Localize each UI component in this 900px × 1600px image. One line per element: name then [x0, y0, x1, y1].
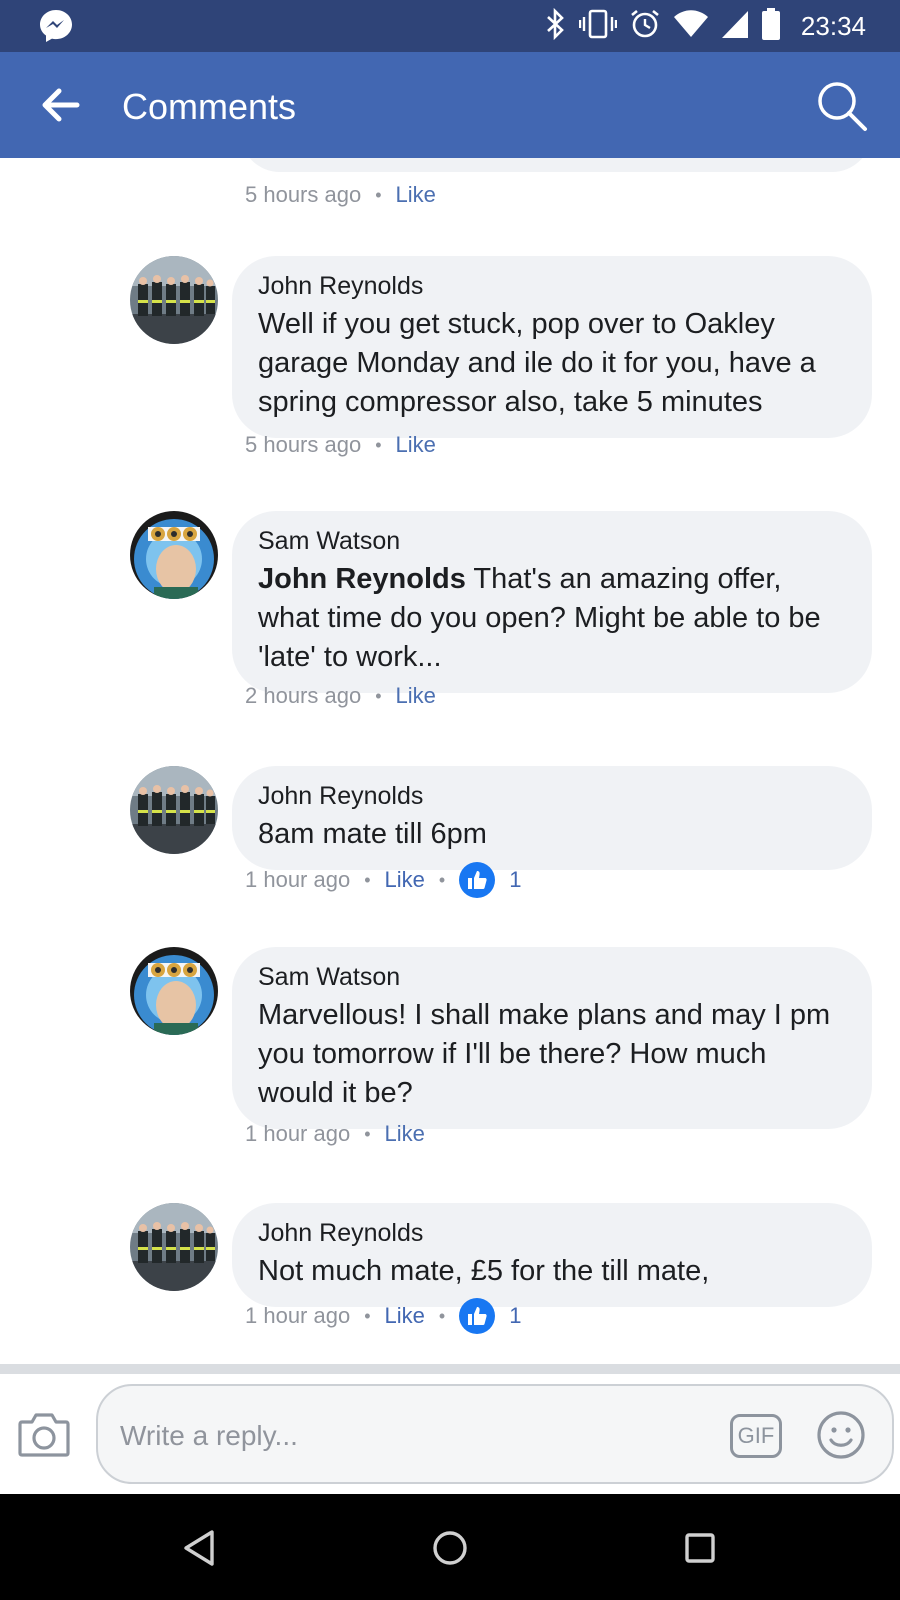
bluetooth-icon: [545, 7, 567, 45]
reply-placeholder: Write a reply...: [120, 1420, 298, 1451]
separator-dot: •: [364, 1123, 371, 1144]
avatar[interactable]: [130, 1203, 218, 1291]
avatar[interactable]: [130, 947, 218, 1035]
separator-dot: •: [438, 1305, 446, 1326]
separator-dot: •: [375, 685, 382, 706]
mention-tag[interactable]: John Reynolds: [258, 563, 466, 595]
alarm-icon: [629, 8, 661, 45]
comments-list: 5 hours ago • Like John Reynolds Well if…: [0, 158, 900, 1364]
comment-meta: 1 hour ago • Like • 1: [245, 1298, 521, 1334]
nav-home-button[interactable]: [428, 1526, 472, 1570]
comment-author[interactable]: Sam Watson: [258, 527, 846, 556]
circle-home-icon: [433, 1531, 467, 1565]
square-recents-icon: [685, 1533, 715, 1563]
battery-icon: [761, 7, 781, 46]
separator-dot: •: [364, 869, 371, 890]
nav-back-button[interactable]: [178, 1526, 222, 1570]
thumbs-up-icon: [459, 862, 496, 898]
divider: [0, 1364, 900, 1374]
emoji-button[interactable]: [816, 1410, 866, 1460]
nav-recents-button[interactable]: [678, 1526, 722, 1570]
search-icon: [818, 82, 867, 131]
comment-bubble[interactable]: Sam Watson John Reynolds That's an amazi…: [232, 511, 872, 693]
comment-time: 1 hour ago: [245, 1303, 351, 1328]
reply-composer: Write a reply... GIF: [0, 1374, 900, 1494]
status-bar: 23:34: [0, 0, 900, 52]
comment-meta: 2 hours ago • Like: [245, 683, 436, 709]
like-button[interactable]: Like: [396, 182, 436, 208]
status-time: 23:34: [800, 10, 866, 41]
comment-meta: 1 hour ago • Like: [245, 1121, 425, 1147]
signal-icon: [721, 9, 749, 44]
search-button[interactable]: [814, 78, 870, 134]
comment-text: Not much mate, £5 for the till mate,: [258, 1255, 710, 1287]
separator-dot: •: [438, 869, 446, 890]
back-arrow-icon: [42, 88, 80, 122]
comment-meta: 1 hour ago • Like • 1: [245, 862, 521, 898]
like-button[interactable]: Like: [385, 1121, 425, 1147]
comment-time: 1 hour ago: [245, 867, 351, 892]
comment-author[interactable]: John Reynolds: [258, 782, 846, 811]
avatar[interactable]: [130, 256, 218, 344]
previous-comment-meta: 5 hours ago • Like: [245, 182, 436, 208]
vibrate-icon: [578, 8, 618, 45]
comment-time: 5 hours ago: [245, 182, 362, 207]
comment-text: 8am mate till 6pm: [258, 818, 487, 850]
reply-input[interactable]: Write a reply... GIF: [96, 1384, 894, 1484]
page-title: Comments: [122, 86, 297, 127]
comment-time: 1 hour ago: [245, 1121, 351, 1146]
reaction-count: 1: [509, 1303, 522, 1328]
like-button[interactable]: Like: [385, 1303, 425, 1329]
separator-dot: •: [364, 1305, 371, 1326]
wifi-icon: [673, 9, 709, 44]
navigation-bar: [0, 1494, 900, 1600]
like-button[interactable]: Like: [385, 867, 425, 893]
comment-text: Marvellous! I shall make plans and may I…: [258, 999, 831, 1109]
reaction-summary[interactable]: 1: [459, 862, 521, 898]
gif-button[interactable]: GIF: [730, 1414, 782, 1458]
reaction-summary[interactable]: 1: [459, 1298, 521, 1334]
comment-bubble[interactable]: John Reynolds 8am mate till 6pm: [232, 766, 872, 870]
comment-meta: 5 hours ago • Like: [245, 432, 436, 458]
comment-bubble[interactable]: Sam Watson Marvellous! I shall make plan…: [232, 947, 872, 1129]
camera-icon: [18, 1413, 70, 1457]
comment-author[interactable]: Sam Watson: [258, 963, 846, 992]
triangle-back-icon: [184, 1530, 214, 1566]
separator-dot: •: [375, 434, 382, 455]
comment-time: 5 hours ago: [245, 432, 362, 457]
smiley-icon: [817, 1411, 865, 1459]
comment-time: 2 hours ago: [245, 683, 362, 708]
like-button[interactable]: Like: [396, 683, 436, 709]
comment-author[interactable]: John Reynolds: [258, 1219, 846, 1248]
messenger-icon: [38, 8, 74, 49]
comment-text: Well if you get stuck, pop over to Oakle…: [258, 308, 816, 418]
app-header: Comments: [0, 52, 900, 158]
previous-comment-bubble: [240, 158, 872, 172]
avatar[interactable]: [130, 511, 218, 599]
back-button[interactable]: [38, 82, 84, 128]
like-button[interactable]: Like: [396, 432, 436, 458]
separator-dot: •: [375, 184, 382, 205]
camera-button[interactable]: [18, 1410, 70, 1458]
comment-text: John Reynolds That's an amazing offer, w…: [258, 560, 846, 677]
avatar[interactable]: [130, 766, 218, 854]
comment-author[interactable]: John Reynolds: [258, 272, 846, 301]
comment-bubble[interactable]: John Reynolds Well if you get stuck, pop…: [232, 256, 872, 438]
thumbs-up-icon: [459, 1298, 496, 1334]
reaction-count: 1: [509, 867, 522, 892]
comment-bubble[interactable]: John Reynolds Not much mate, £5 for the …: [232, 1203, 872, 1307]
